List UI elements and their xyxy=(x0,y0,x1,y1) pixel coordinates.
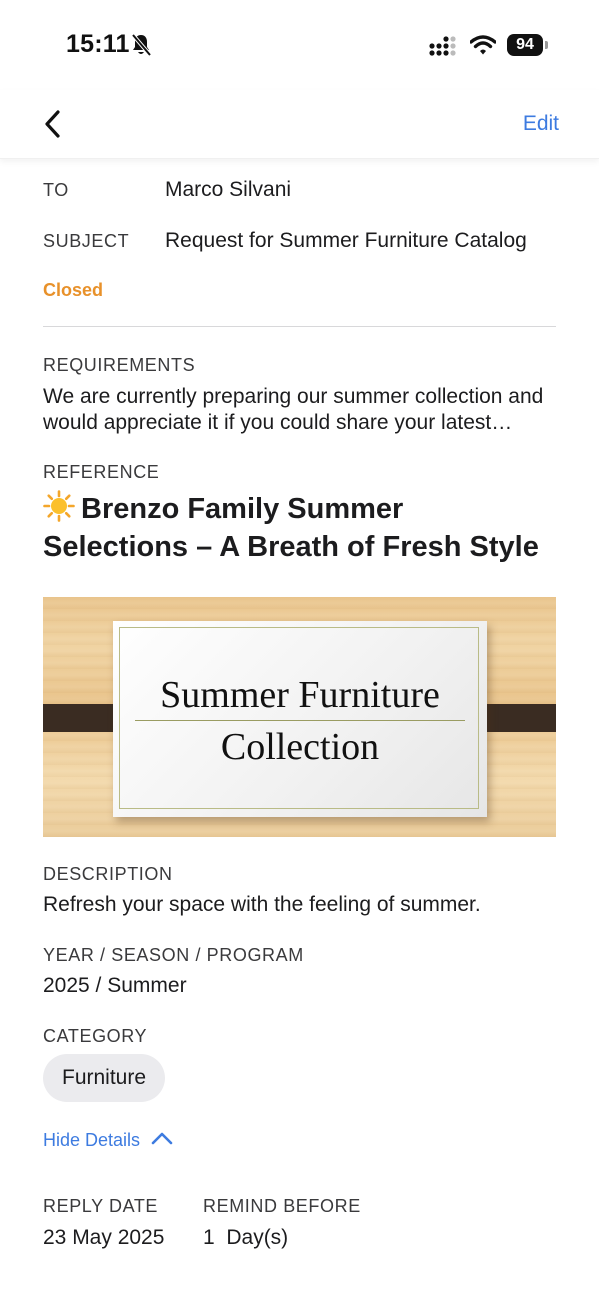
card-divider xyxy=(135,720,465,721)
battery-indicator: 94 xyxy=(507,34,548,56)
remind-before-label: REMIND BEFORE xyxy=(203,1196,361,1216)
sun-icon xyxy=(43,490,75,522)
program-label: YEAR / SEASON / PROGRAM xyxy=(43,945,304,965)
description-text: Refresh your space with the feeling of s… xyxy=(43,893,481,916)
edit-button[interactable]: Edit xyxy=(523,112,559,136)
catalog-card: Summer Furniture Collection xyxy=(113,621,487,817)
reply-date-label: REPLY DATE xyxy=(43,1196,159,1216)
subject-label: SUBJECT xyxy=(43,231,130,251)
hide-details-toggle[interactable]: Hide Details xyxy=(43,1130,174,1151)
category-label: CATEGORY xyxy=(43,1026,148,1046)
to-row: TO Marco Silvani xyxy=(43,178,556,206)
status-time: 15:11 xyxy=(66,30,130,58)
hide-details-label: Hide Details xyxy=(43,1130,141,1150)
bell-muted-icon xyxy=(131,33,152,57)
requirements-text: We are currently preparing our summer co… xyxy=(43,385,544,434)
to-label: TO xyxy=(43,180,69,200)
remind-before-block: REMIND BEFORE 1 Day(s) xyxy=(203,1196,361,1250)
category-chip: Furniture xyxy=(43,1054,166,1102)
back-chevron-icon[interactable] xyxy=(36,104,72,144)
program-value: 2025 / Summer xyxy=(43,974,187,997)
reference-title-text: Brenzo Family Summer Selections – A Brea… xyxy=(43,493,539,563)
description-label: DESCRIPTION xyxy=(43,864,173,884)
reply-date-block: REPLY DATE 23 May 2025 xyxy=(43,1196,164,1250)
status-badge: Closed xyxy=(43,280,104,300)
status-bar: 15:11 94 xyxy=(0,0,599,90)
chevron-up-icon xyxy=(151,1132,173,1145)
battery-level: 94 xyxy=(507,34,543,56)
strap-left xyxy=(43,704,123,732)
divider xyxy=(43,326,556,327)
battery-nub xyxy=(545,41,548,49)
wifi-icon xyxy=(470,35,496,55)
card-border xyxy=(119,627,479,809)
reference-label: REFERENCE xyxy=(43,462,160,482)
subject-value: Request for Summer Furniture Catalog xyxy=(165,229,527,252)
to-value: Marco Silvani xyxy=(165,178,292,201)
cellular-signal-icon xyxy=(429,36,456,56)
reply-date-value: 23 May 2025 xyxy=(43,1226,165,1249)
reference-title: Brenzo Family Summer Selections – A Brea… xyxy=(43,490,556,566)
card-title-line-2: Collection xyxy=(220,726,380,768)
catalog-image[interactable]: Summer Furniture Collection xyxy=(43,597,556,837)
remind-before-value: 1 Day(s) xyxy=(203,1226,289,1249)
nav-bar: Edit xyxy=(0,90,599,159)
subject-row: SUBJECT Request for Summer Furniture Cat… xyxy=(43,229,556,257)
card-title-line-1: Summer Furniture xyxy=(160,674,440,716)
requirements-label: REQUIREMENTS xyxy=(43,355,196,375)
